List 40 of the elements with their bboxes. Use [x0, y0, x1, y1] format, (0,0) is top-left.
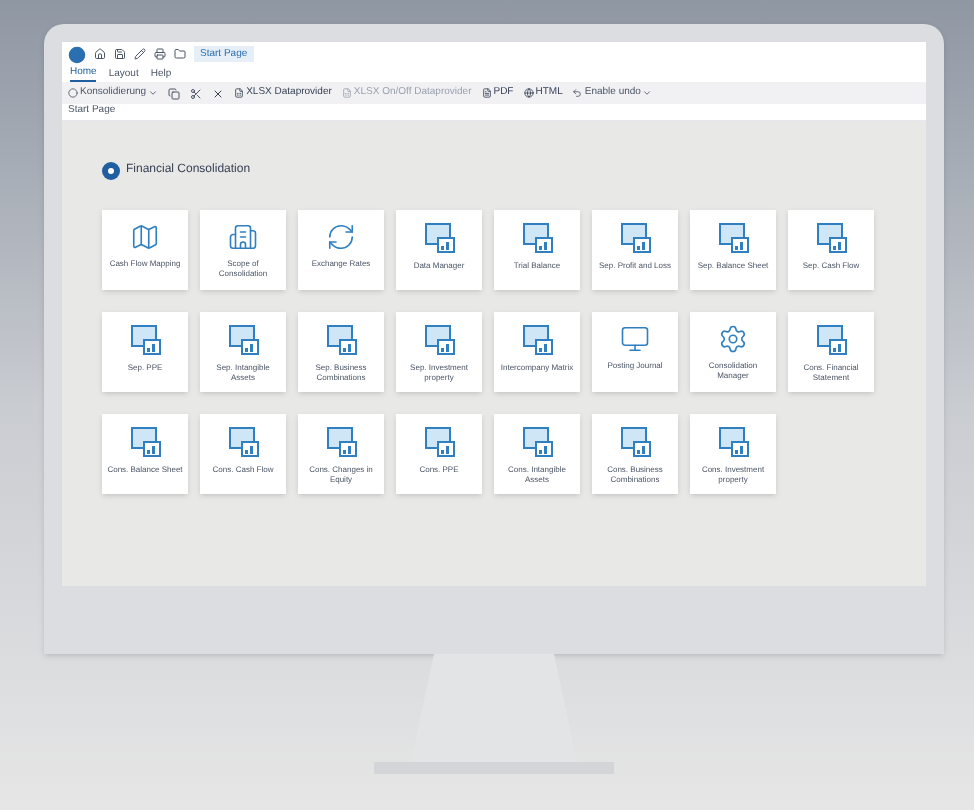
- circle-icon: [68, 88, 78, 98]
- dashboard-chart-icon: [521, 324, 553, 356]
- gear-icon: [718, 324, 748, 354]
- copy-icon[interactable]: [168, 87, 181, 99]
- dashboard-chart-icon: [521, 222, 553, 254]
- chevron-down-icon: [148, 88, 159, 98]
- dashboard-chart-icon: [325, 426, 357, 458]
- dashboard-chart-icon: [325, 324, 357, 356]
- dashboard-chart-icon: [227, 426, 259, 458]
- globe-icon: [523, 88, 534, 98]
- dashboard-chart-icon: [521, 426, 553, 458]
- dashboard-chart-icon: [423, 324, 455, 356]
- building-icon: [228, 222, 258, 252]
- delete-icon[interactable]: [212, 87, 225, 99]
- save-icon[interactable]: [114, 48, 126, 60]
- dashboard-chart-icon: [423, 222, 455, 254]
- spreadsheet-icon: [234, 88, 245, 98]
- printer-icon[interactable]: [154, 48, 166, 60]
- chevron-down-icon: [642, 88, 653, 98]
- folder-icon[interactable]: [174, 48, 186, 60]
- dashboard-chart-icon: [717, 222, 749, 254]
- spreadsheet-icon: [341, 88, 352, 98]
- pencil-icon[interactable]: [134, 48, 146, 60]
- dashboard-chart-icon: [619, 222, 651, 254]
- map-icon: [130, 222, 160, 252]
- monitor-icon: [620, 324, 650, 354]
- cut-icon[interactable]: [190, 87, 203, 99]
- home-icon[interactable]: [94, 48, 106, 60]
- section-logo-icon: [102, 162, 120, 180]
- refresh-icon: [326, 222, 356, 252]
- document-icon: [481, 88, 492, 98]
- dashboard-chart-icon: [717, 426, 749, 458]
- undo-icon: [572, 88, 583, 98]
- dashboard-chart-icon: [129, 426, 161, 458]
- dashboard-chart-icon: [619, 426, 651, 458]
- dashboard-chart-icon: [423, 426, 455, 458]
- dashboard-chart-icon: [815, 324, 847, 356]
- dashboard-chart-icon: [227, 324, 259, 356]
- dashboard-chart-icon: [129, 324, 161, 356]
- dashboard-chart-icon: [815, 222, 847, 254]
